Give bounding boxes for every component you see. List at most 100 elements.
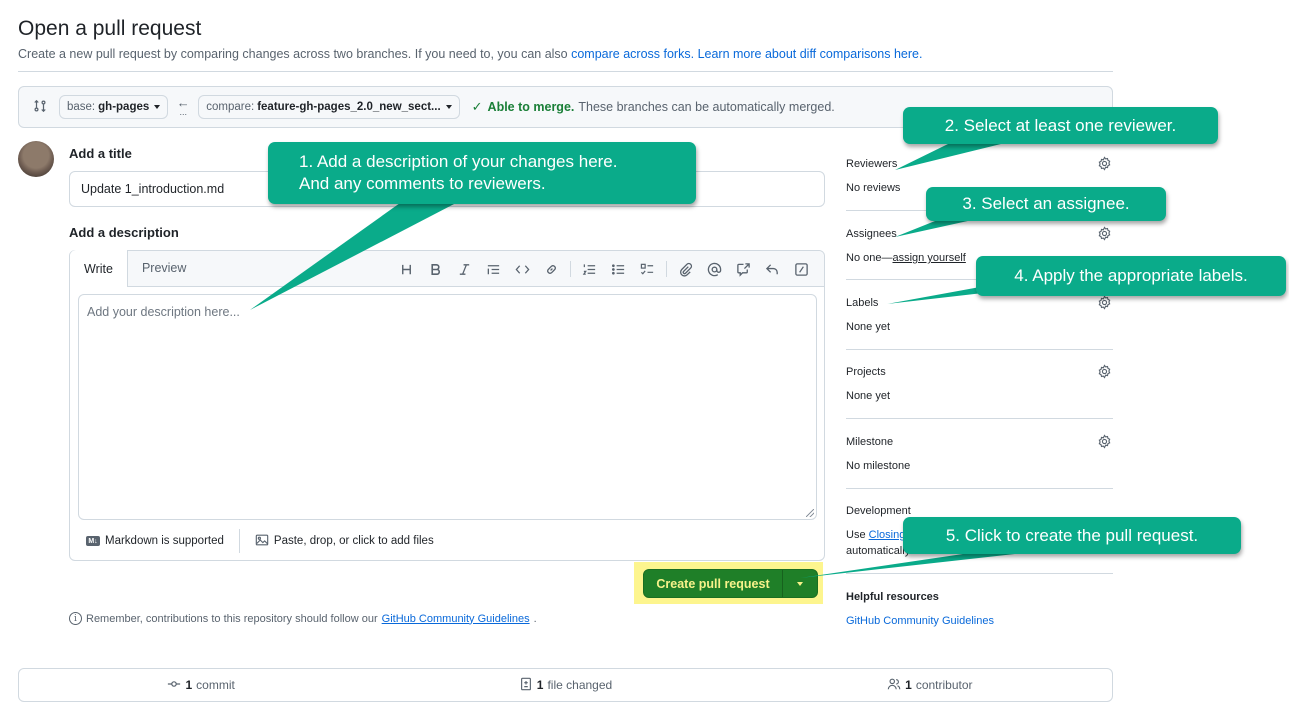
pull-request-stats: 1 commit 1 file changed 1 contributor (18, 668, 1113, 702)
unordered-list-icon[interactable] (604, 259, 633, 279)
description-placeholder: Add your description here... (87, 305, 240, 319)
footer-divider (238, 529, 240, 553)
caret-down-icon (154, 105, 161, 109)
mention-icon[interactable] (700, 259, 729, 279)
compare-forks-link[interactable]: compare across forks. (571, 47, 694, 61)
tab-preview[interactable]: Preview (128, 250, 200, 286)
attach-note: Paste, drop, or click to add files (273, 535, 434, 547)
description-label: Add a description (69, 225, 179, 240)
compare-branch-name: feature-gh-pages_2.0_new_sect... (257, 101, 441, 113)
reviewers-label: Reviewers (846, 158, 898, 170)
milestone-label: Milestone (846, 436, 894, 448)
merge-status: ✓ Able to merge. These branches can be a… (472, 99, 835, 115)
compare-label: compare: (206, 101, 255, 113)
callout-1-line2: And any comments to reviewers. (299, 174, 546, 193)
assignees-value: No one—assign yourself (846, 252, 966, 264)
files-label: file changed (547, 678, 613, 692)
milestone-value: No milestone (846, 460, 911, 472)
sidebar-divider (846, 349, 1113, 350)
gear-icon[interactable] (1097, 295, 1112, 310)
closing-keywords-link[interactable]: Closing (869, 529, 906, 541)
code-icon[interactable] (508, 259, 537, 279)
development-prefix: Use (846, 529, 869, 541)
assignees-none: No one— (846, 252, 893, 264)
create-options-dropdown[interactable] (783, 570, 817, 597)
people-icon (887, 677, 901, 694)
task-list-icon[interactable] (633, 259, 662, 279)
create-pull-request-button[interactable]: Create pull request (644, 570, 783, 597)
check-icon: ✓ (471, 99, 483, 114)
files-changed-stat[interactable]: 1 file changed (383, 677, 747, 694)
markdown-icon: M↓ (86, 536, 100, 546)
sidebar-divider (846, 418, 1113, 419)
projects-value: None yet (846, 390, 891, 402)
link-icon[interactable] (537, 259, 566, 279)
toolbar-divider (570, 261, 571, 277)
gear-icon[interactable] (1097, 434, 1112, 449)
editor-footer: M↓ Markdown is supported Paste, drop, or… (70, 527, 824, 555)
title-label: Add a title (69, 146, 132, 161)
create-pull-request-button-group: Create pull request (643, 569, 818, 598)
contributors-stat[interactable]: 1 contributor (748, 677, 1112, 694)
sidebar-divider (846, 488, 1113, 489)
subtitle-text: Create a new pull request by comparing c… (18, 47, 572, 61)
toolbar-divider (666, 261, 667, 277)
attach-files[interactable]: Paste, drop, or click to add files (255, 533, 434, 550)
image-icon (255, 533, 269, 550)
contributors-label: contributor (915, 678, 973, 692)
reminder-text: Remember, contributions to this reposito… (86, 612, 378, 625)
compare-branch-select[interactable]: compare: feature-gh-pages_2.0_new_sect... (198, 95, 460, 119)
file-diff-icon (519, 677, 533, 694)
caret-down-icon (797, 581, 803, 586)
page-subtitle: Create a new pull request by comparing c… (18, 47, 922, 61)
sidebar-guidelines-link[interactable]: GitHub Community Guidelines (846, 615, 994, 627)
italic-icon[interactable] (450, 259, 479, 279)
markdown-supported[interactable]: M↓ Markdown is supported (86, 535, 224, 547)
tab-write[interactable]: Write (70, 250, 128, 287)
development-value: Use Closing (846, 529, 905, 541)
callout-2-tail (895, 143, 1005, 170)
callout-4: 4. Apply the appropriate labels. (976, 256, 1286, 296)
assign-yourself-link[interactable]: assign yourself (892, 252, 965, 264)
files-count: 1 (536, 678, 544, 692)
callout-3: 3. Select an assignee. (926, 187, 1166, 221)
commits-stat[interactable]: 1 commit (19, 677, 383, 694)
gear-icon[interactable] (1097, 364, 1112, 379)
gear-icon[interactable] (1097, 226, 1112, 241)
description-textarea[interactable]: Add your description here... (78, 294, 817, 520)
heading-icon[interactable] (392, 259, 421, 279)
reply-icon[interactable] (758, 259, 787, 279)
avatar (18, 141, 54, 177)
bold-icon[interactable] (421, 259, 450, 279)
reviewers-value: No reviews (846, 182, 901, 194)
assignees-label: Assignees (846, 228, 897, 240)
callout-5: 5. Click to create the pull request. (903, 517, 1241, 554)
cross-reference-icon[interactable] (729, 259, 758, 279)
base-branch-select[interactable]: base: gh-pages (59, 95, 169, 119)
markdown-toolbar (392, 259, 816, 279)
caret-down-icon (445, 105, 452, 109)
commit-icon (167, 677, 181, 694)
projects-label: Projects (846, 366, 886, 378)
callout-2: 2. Select at least one reviewer. (903, 107, 1218, 144)
base-label: base: (67, 101, 96, 113)
merge-status-detail: These branches can be automatically merg… (578, 100, 835, 114)
learn-more-link[interactable]: Learn more about diff comparisons here. (698, 47, 923, 61)
paperclip-icon[interactable] (671, 259, 700, 279)
editor-header: Write Preview (70, 250, 824, 287)
gear-icon[interactable] (1097, 156, 1112, 171)
quote-icon[interactable] (479, 259, 508, 279)
header-divider (18, 71, 1113, 72)
title-value: Update 1_introduction.md (81, 182, 225, 196)
git-compare-icon (33, 99, 49, 115)
merge-status-label: Able to merge. (487, 100, 575, 114)
ordered-list-icon[interactable] (575, 259, 604, 279)
base-branch-name: gh-pages (98, 101, 150, 113)
contributors-count: 1 (905, 678, 912, 692)
slash-commands-icon[interactable] (787, 259, 816, 279)
resize-handle[interactable] (806, 509, 814, 517)
description-editor: Write Preview Add your description here.… (69, 250, 825, 561)
community-guidelines-link[interactable]: GitHub Community Guidelines (382, 613, 530, 625)
info-icon: i (69, 612, 82, 625)
contribution-reminder: i Remember, contributions to this reposi… (69, 612, 537, 625)
